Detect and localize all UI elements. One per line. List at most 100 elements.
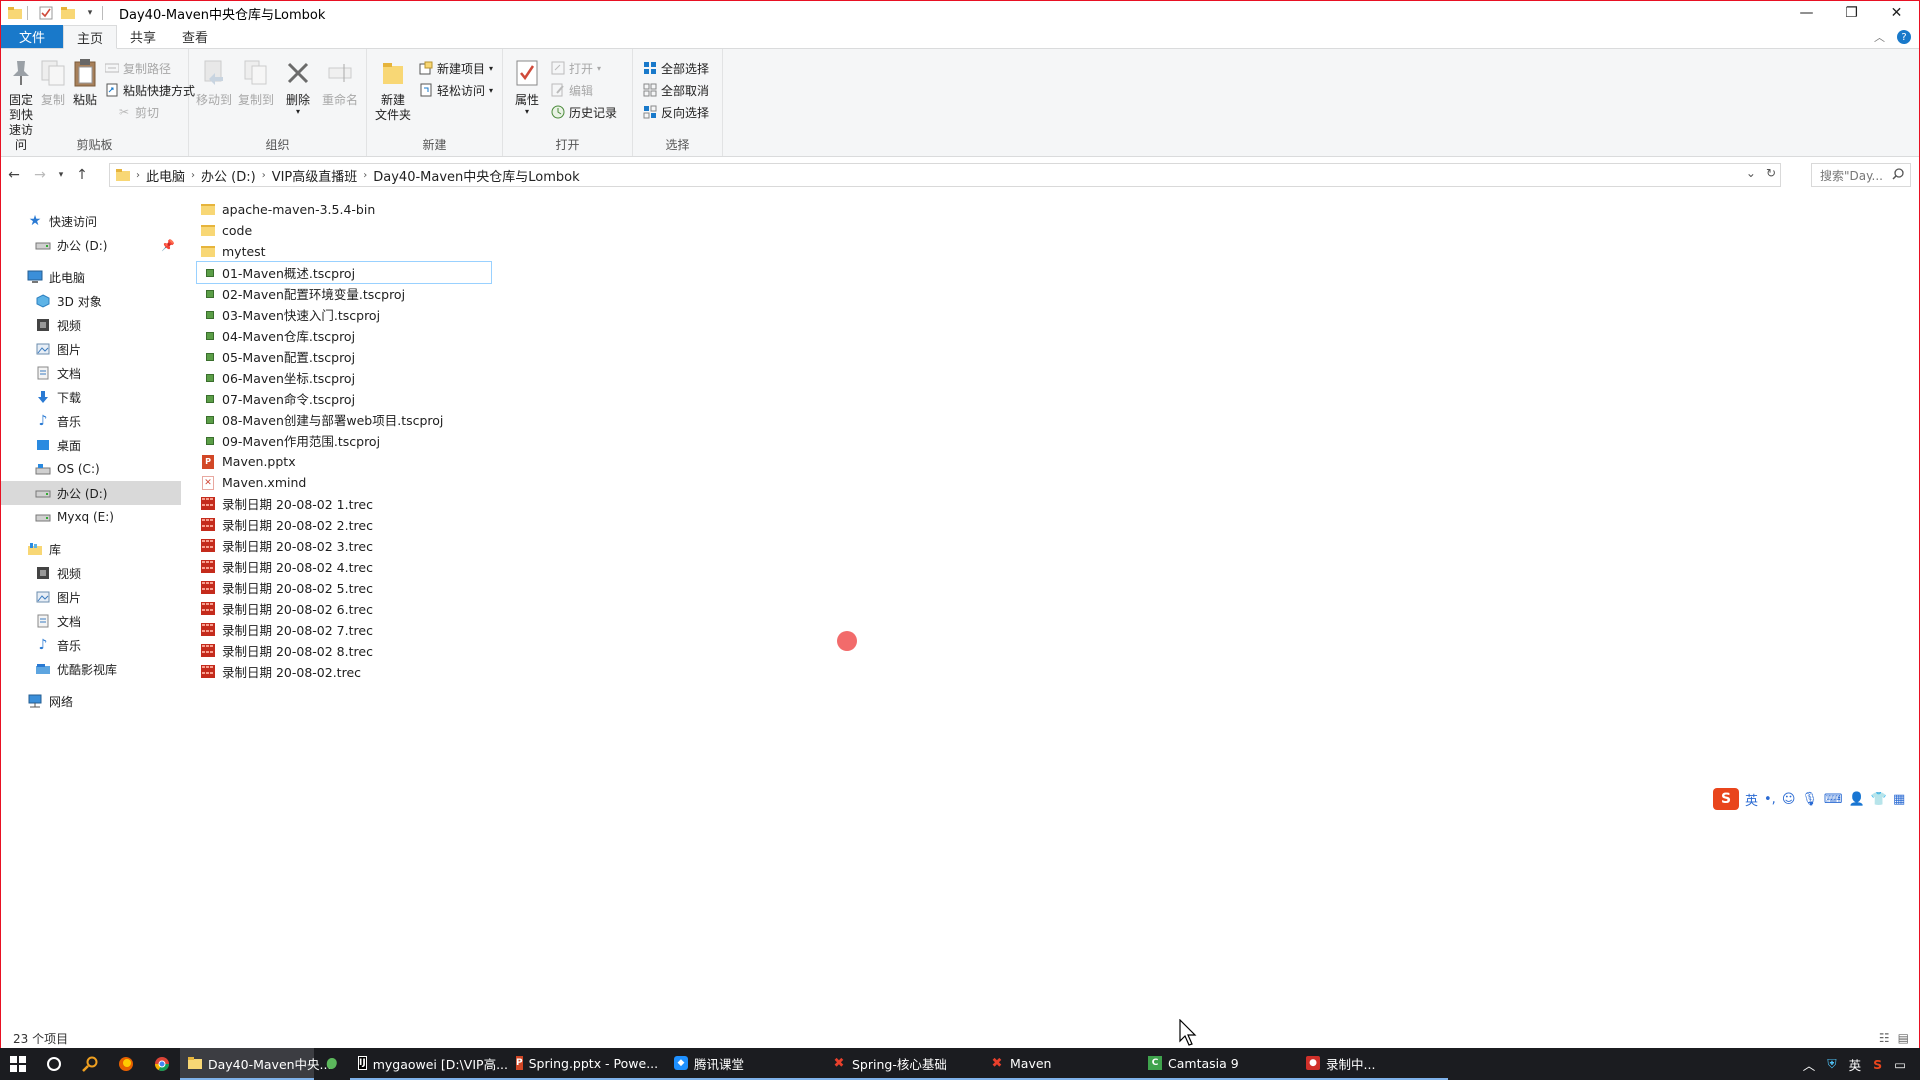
select-all-button[interactable]: 全部选择 — [643, 59, 709, 77]
file-row[interactable]: P Maven.pptx — [197, 451, 997, 472]
nav-drive-e[interactable]: Myxq (E:) — [1, 505, 181, 529]
properties-dropdown-icon[interactable]: ▾ — [525, 108, 529, 116]
file-row[interactable]: 录制日期 20-08-02 4.trec — [197, 556, 997, 577]
nav-quick-access[interactable]: ★ 快速访问 — [1, 209, 181, 233]
start-button[interactable] — [0, 1048, 36, 1080]
pin-icon[interactable]: 📌 — [161, 239, 175, 252]
ime-language-toggle[interactable]: 英 — [1745, 790, 1758, 809]
search-input[interactable]: 搜索"Day... — [1811, 163, 1911, 187]
invert-selection-button[interactable]: 反向选择 — [643, 103, 709, 121]
taskbar-app-explorer[interactable]: Day40-Maven中央... — [180, 1048, 331, 1080]
nav-quick-drive-d[interactable]: 办公 (D:) 📌 — [1, 233, 181, 257]
file-row[interactable]: 录制日期 20-08-02.trec — [197, 661, 997, 682]
file-row[interactable]: 04-Maven仓库.tscproj — [197, 325, 997, 346]
nav-videos[interactable]: 视频 — [1, 313, 181, 337]
file-row[interactable]: 录制日期 20-08-02 8.trec — [197, 640, 997, 661]
help-icon[interactable]: ? — [1897, 30, 1911, 44]
breadcrumb-vip-class[interactable]: VIP高级直播班 — [266, 166, 364, 185]
taskbar-app-camtasia[interactable]: C Camtasia 9 — [1140, 1048, 1298, 1080]
cut-button[interactable]: ✂ 剪切 — [105, 103, 195, 121]
nav-documents[interactable]: 文档 — [1, 361, 181, 385]
collapse-ribbon-icon[interactable]: ︿ — [1874, 29, 1885, 45]
nav-libraries[interactable]: 库 — [1, 537, 181, 561]
nav-downloads[interactable]: 下载 — [1, 385, 181, 409]
address-bar[interactable]: › 此电脑 › 办公 (D:) › VIP高级直播班 › Day40-Maven… — [109, 163, 1781, 187]
file-row[interactable]: apache-maven-3.5.4-bin — [197, 199, 997, 220]
file-row[interactable]: 08-Maven创建与部署web项目.tscproj — [197, 409, 997, 430]
breadcrumb-current-folder[interactable]: Day40-Maven中央仓库与Lombok — [367, 166, 585, 185]
nav-drive-d[interactable]: 办公 (D:) — [1, 481, 181, 505]
file-row[interactable]: 02-Maven配置环境变量.tscproj — [197, 283, 997, 304]
file-row[interactable]: 03-Maven快速入门.tscproj — [197, 304, 997, 325]
file-row[interactable]: 09-Maven作用范围.tscproj — [197, 430, 997, 451]
file-row[interactable]: mytest — [197, 241, 997, 262]
details-view-icon[interactable]: ☷ — [1879, 1031, 1890, 1045]
ime-keyboard-icon[interactable]: ⌨ — [1824, 792, 1843, 807]
file-row[interactable]: 01-Maven概述.tscproj — [196, 261, 492, 284]
tab-share[interactable]: 共享 — [117, 25, 169, 48]
nav-network[interactable]: 网络 — [1, 689, 181, 713]
file-row[interactable]: 06-Maven坐标.tscproj — [197, 367, 997, 388]
minimize-button[interactable]: — — [1784, 1, 1829, 25]
explorer-app-icon[interactable] — [7, 5, 23, 21]
file-row[interactable]: 录制日期 20-08-02 1.trec — [197, 493, 997, 514]
edit-button[interactable]: 编辑 — [551, 81, 617, 99]
file-row[interactable]: 录制日期 20-08-02 7.trec — [197, 619, 997, 640]
tray-input-language[interactable]: 英 — [1849, 1055, 1862, 1074]
large-icons-view-icon[interactable]: ▤ — [1898, 1031, 1909, 1045]
breadcrumb-drive-d[interactable]: 办公 (D:) — [195, 166, 262, 185]
ime-toolbox-icon[interactable]: ▦ — [1893, 792, 1905, 807]
tab-file[interactable]: 文件 — [1, 25, 64, 48]
ime-emoji-icon[interactable]: ☺ — [1782, 792, 1796, 807]
chrome-button[interactable] — [144, 1048, 180, 1080]
refresh-icon[interactable]: ↻ — [1766, 166, 1776, 180]
ime-microphone-icon[interactable]: 🎙 — [1801, 792, 1818, 807]
up-button[interactable]: ↑ — [69, 163, 95, 187]
address-history-dropdown-icon[interactable]: ⌄ — [1746, 166, 1756, 180]
recent-locations-button[interactable]: ▾ — [53, 163, 69, 187]
action-center-icon[interactable]: ▭ — [1894, 1057, 1906, 1072]
back-button[interactable]: ← — [1, 163, 27, 187]
show-hidden-icons-icon[interactable]: ︿ — [1803, 1055, 1816, 1074]
taskbar-app-powerpoint[interactable]: P Spring.pptx - Powe... — [508, 1048, 666, 1080]
file-row[interactable]: 录制日期 20-08-02 2.trec — [197, 514, 997, 535]
new-item-button[interactable]: 新建项目 ▾ — [419, 59, 493, 77]
cortana-button[interactable] — [36, 1048, 72, 1080]
forward-button[interactable]: → — [27, 163, 53, 187]
copy-path-button[interactable]: 复制路径 — [105, 59, 195, 77]
nav-lib-music[interactable]: ♪ 音乐 — [1, 633, 181, 657]
nav-desktop[interactable]: 桌面 — [1, 433, 181, 457]
nav-pictures[interactable]: 图片 — [1, 337, 181, 361]
taskbar-app-recording[interactable]: ● 录制中... — [1298, 1048, 1448, 1080]
ime-punctuation-icon[interactable]: •, — [1764, 792, 1776, 807]
file-row[interactable]: 录制日期 20-08-02 3.trec — [197, 535, 997, 556]
tab-view[interactable]: 查看 — [169, 25, 221, 48]
file-row[interactable]: ✕ Maven.xmind — [197, 472, 997, 493]
customize-quick-access-icon[interactable]: ▾ — [82, 5, 98, 21]
taskbar-app-pinned-green[interactable] — [314, 1048, 350, 1080]
nav-drive-c[interactable]: OS (C:) — [1, 457, 181, 481]
file-row[interactable]: code — [197, 220, 997, 241]
security-shield-icon[interactable]: ⛨ — [1827, 1056, 1836, 1072]
properties-quick-icon[interactable] — [38, 5, 54, 21]
history-button[interactable]: 历史记录 — [551, 103, 617, 121]
file-row[interactable]: 05-Maven配置.tscproj — [197, 346, 997, 367]
nav-lib-videos[interactable]: 视频 — [1, 561, 181, 585]
taskbar-app-tencent-class[interactable]: ◆ 腾讯课堂 — [666, 1048, 824, 1080]
easy-access-button[interactable]: 轻松访问 ▾ — [419, 81, 493, 99]
search-tool-button[interactable] — [72, 1048, 108, 1080]
file-row[interactable]: 录制日期 20-08-02 6.trec — [197, 598, 997, 619]
taskbar-app-intellij[interactable]: IJ mygaowei [D:\VIP高... — [350, 1048, 508, 1080]
tab-home[interactable]: 主页 — [63, 25, 118, 49]
nav-music[interactable]: ♪ 音乐 — [1, 409, 181, 433]
delete-dropdown-icon[interactable]: ▾ — [296, 108, 300, 116]
open-button[interactable]: 打开 ▾ — [551, 59, 617, 77]
nav-lib-documents[interactable]: 文档 — [1, 609, 181, 633]
ime-skin-icon[interactable]: 👕 — [1871, 792, 1887, 807]
file-row[interactable]: 录制日期 20-08-02 5.trec — [197, 577, 997, 598]
taskbar-app-xmind-spring[interactable]: ✖ Spring-核心基础 — [824, 1048, 982, 1080]
nav-lib-youku[interactable]: 优酷影视库 — [1, 657, 181, 681]
select-none-button[interactable]: 全部取消 — [643, 81, 709, 99]
paste-shortcut-button[interactable]: 粘贴快捷方式 — [105, 81, 195, 99]
ime-user-icon[interactable]: 👤 — [1849, 792, 1865, 807]
